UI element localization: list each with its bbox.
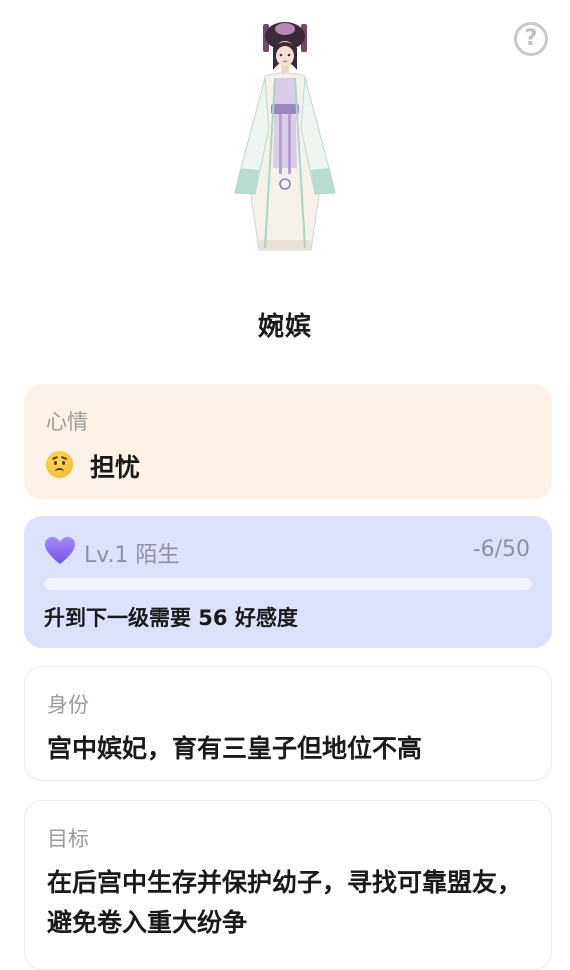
mood-value: 担忧 [90, 453, 141, 482]
affinity-hint: 升到下一级需要 56 好感度 [44, 606, 298, 630]
goal-card: 目标 在后宫中生存并保护幼子，寻找可靠盟友，避免卷入重大纷争 [24, 800, 552, 970]
affinity-card: Lv.1 陌生 -6/50 升到下一级需要 56 好感度 [24, 516, 552, 648]
affinity-progress-bar [44, 578, 532, 590]
worried-face-icon [46, 451, 73, 478]
identity-label: 身份 [47, 693, 89, 717]
help-button[interactable]: ? [514, 22, 548, 56]
character-portrait [234, 22, 336, 251]
mood-card: 心情 担忧 [24, 384, 552, 499]
question-circle-icon: ? [524, 26, 538, 51]
identity-value: 宫中嫔妃，育有三皇子但地位不高 [47, 734, 423, 763]
mood-label: 心情 [46, 410, 88, 434]
character-name: 婉嫔 [257, 312, 312, 342]
affinity-count: -6/50 [472, 537, 530, 562]
purple-heart-icon [45, 537, 75, 564]
affinity-level: Lv.1 陌生 [84, 543, 180, 568]
goal-value: 在后宫中生存并保护幼子，寻找可靠盟友，避免卷入重大纷争 [47, 868, 523, 937]
identity-card: 身份 宫中嫔妃，育有三皇子但地位不高 [24, 666, 552, 781]
goal-label: 目标 [47, 827, 89, 851]
